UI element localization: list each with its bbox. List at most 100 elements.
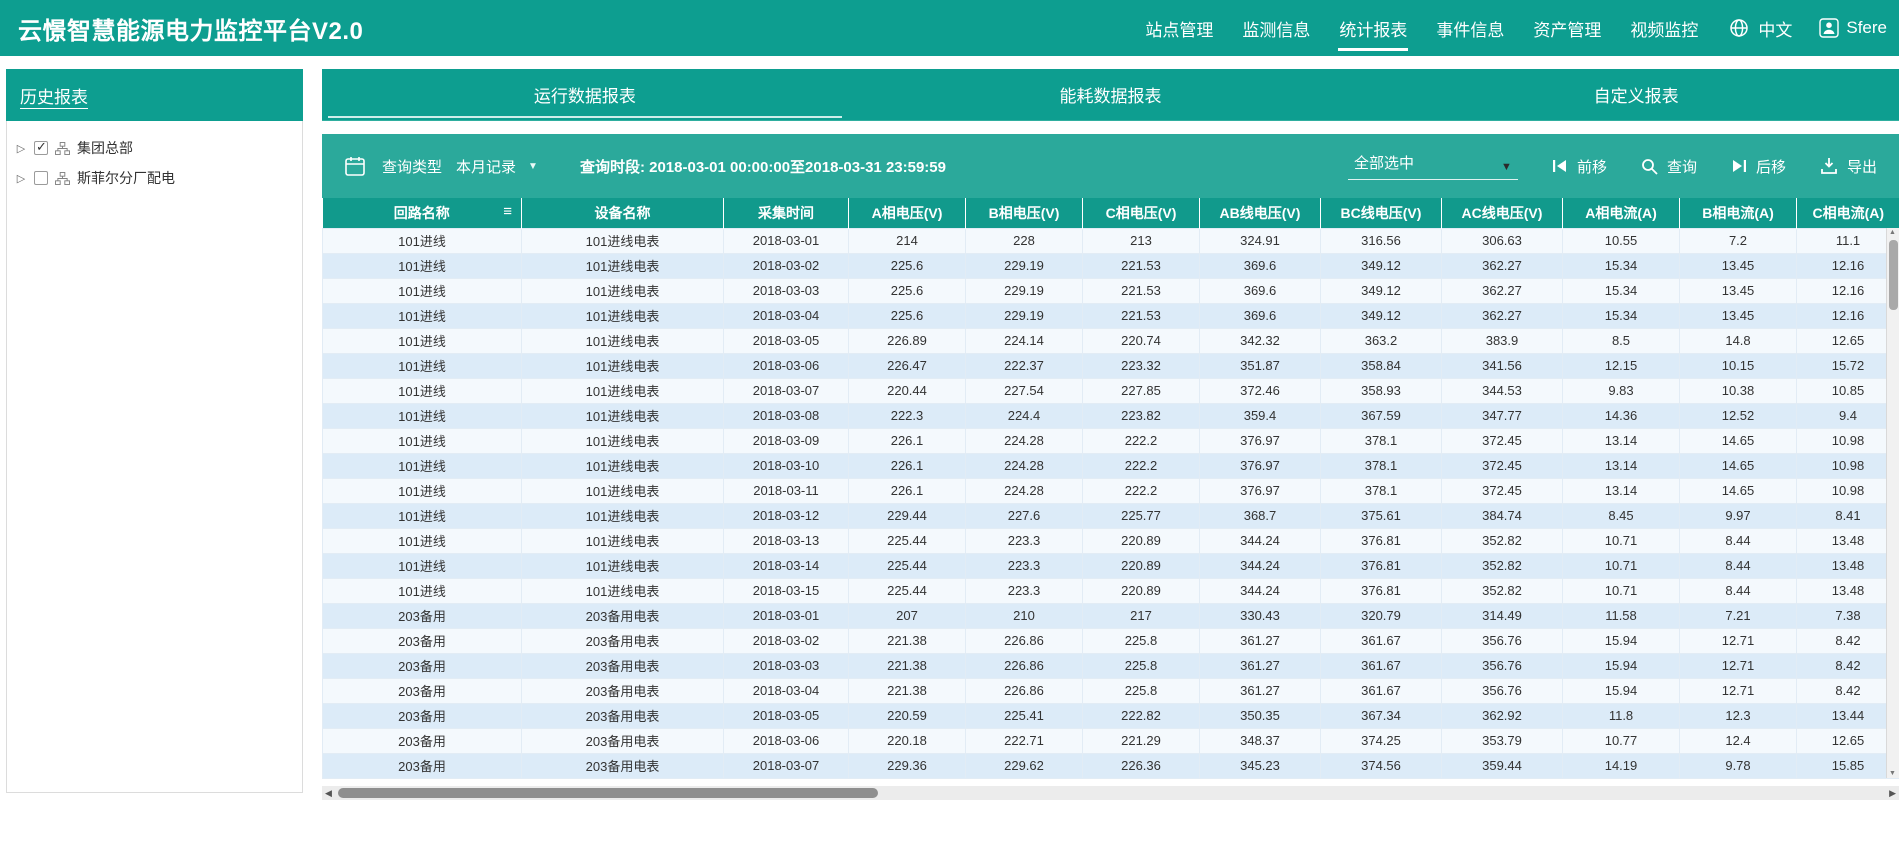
table-cell: 349.12	[1321, 278, 1442, 303]
expand-caret-icon[interactable]: ▷	[15, 142, 27, 155]
col-header-9[interactable]: AC线电压(V)	[1442, 198, 1563, 228]
prev-button[interactable]: 前移	[1552, 156, 1607, 177]
table-cell: 369.6	[1200, 253, 1321, 278]
user-menu[interactable]: Sfere	[1819, 18, 1887, 38]
table-row[interactable]: 101进线101进线电表2018-03-14225.44223.3220.893…	[323, 553, 1899, 578]
col-header-1[interactable]: 回路名称 ≡	[323, 198, 522, 228]
table-row[interactable]: 101进线101进线电表2018-03-05226.89224.14220.74…	[323, 328, 1899, 353]
col-header-3[interactable]: 采集时间	[724, 198, 849, 228]
table-row[interactable]: 101进线101进线电表2018-03-13225.44223.3220.893…	[323, 528, 1899, 553]
nav-item-1[interactable]: 站点管理	[1144, 12, 1214, 45]
table-row[interactable]: 101进线101进线电表2018-03-01214228213324.91316…	[323, 228, 1899, 253]
table-cell: 2018-03-01	[724, 603, 849, 628]
table-cell: 14.65	[1680, 428, 1797, 453]
table-cell: 2018-03-03	[724, 653, 849, 678]
tab-3[interactable]: 自定义报表	[1373, 69, 1899, 120]
table-row[interactable]: 101进线101进线电表2018-03-02225.6229.19221.533…	[323, 253, 1899, 278]
vertical-scroll-thumb[interactable]	[1889, 240, 1898, 310]
export-label: 导出	[1847, 156, 1877, 177]
table-cell: 324.91	[1200, 228, 1321, 253]
table-row[interactable]: 101进线101进线电表2018-03-03225.6229.19221.533…	[323, 278, 1899, 303]
col-header-label: C相电流(A)	[1812, 205, 1884, 221]
scroll-down-icon[interactable]: ▼	[1889, 770, 1896, 777]
search-button[interactable]: 查询	[1641, 156, 1697, 177]
table-cell: 10.98	[1797, 453, 1899, 478]
table-cell: 13.44	[1797, 703, 1899, 728]
table-cell: 101进线	[323, 553, 522, 578]
table-cell: 2018-03-04	[724, 678, 849, 703]
table-row[interactable]: 101进线101进线电表2018-03-12229.44227.6225.773…	[323, 503, 1899, 528]
nav-item-2[interactable]: 监测信息	[1241, 12, 1311, 45]
nav-item-6[interactable]: 视频监控	[1629, 12, 1699, 45]
export-button[interactable]: 导出	[1820, 156, 1877, 177]
table-cell: 341.56	[1442, 353, 1563, 378]
col-header-7[interactable]: AB线电压(V)	[1200, 198, 1321, 228]
nav-item-4[interactable]: 事件信息	[1435, 12, 1505, 45]
col-header-2[interactable]: 设备名称	[522, 198, 724, 228]
col-header-6[interactable]: C相电压(V)	[1083, 198, 1200, 228]
tree-checkbox[interactable]	[34, 171, 48, 185]
table-cell: 229.62	[966, 753, 1083, 778]
table-row[interactable]: 101进线101进线电表2018-03-08222.3224.4223.8235…	[323, 403, 1899, 428]
table-cell: 361.67	[1321, 678, 1442, 703]
table-cell: 12.16	[1797, 303, 1899, 328]
table-cell: 101进线电表	[522, 578, 724, 603]
tree-checkbox[interactable]	[34, 141, 48, 155]
col-header-label: 回路名称	[394, 205, 450, 221]
vertical-scrollbar[interactable]: ▲ ▼	[1886, 228, 1899, 778]
table-row[interactable]: 203备用203备用电表2018-03-02221.38226.86225.83…	[323, 628, 1899, 653]
tab-1[interactable]: 运行数据报表	[322, 69, 848, 120]
col-header-10[interactable]: A相电流(A)	[1563, 198, 1680, 228]
query-type-select[interactable]: 本月记录 ▼	[456, 156, 538, 177]
scroll-right-icon[interactable]: ▶	[1889, 788, 1896, 799]
col-header-4[interactable]: A相电压(V)	[849, 198, 966, 228]
col-header-11[interactable]: B相电流(A)	[1680, 198, 1797, 228]
horizontal-scroll-thumb[interactable]	[338, 788, 878, 798]
table-row[interactable]: 101进线101进线电表2018-03-09226.1224.28222.237…	[323, 428, 1899, 453]
table-cell: 2018-03-07	[724, 753, 849, 778]
select-all-dropdown[interactable]: 全部选中 ▼	[1348, 152, 1518, 180]
table-cell: 344.53	[1442, 378, 1563, 403]
table-row[interactable]: 101进线101进线电表2018-03-15225.44223.3220.893…	[323, 578, 1899, 603]
language-toggle[interactable]: 中文	[1758, 16, 1792, 41]
nav-item-5[interactable]: 资产管理	[1532, 12, 1602, 45]
tree-node-1[interactable]: ▷集团总部	[15, 133, 294, 163]
table-row[interactable]: 101进线101进线电表2018-03-10226.1224.28222.237…	[323, 453, 1899, 478]
table-cell: 223.3	[966, 578, 1083, 603]
calendar-icon[interactable]	[344, 155, 366, 177]
scroll-up-icon[interactable]: ▲	[1889, 229, 1896, 236]
nav-item-3[interactable]: 统计报表	[1338, 12, 1408, 45]
table-row[interactable]: 101进线101进线电表2018-03-04225.6229.19221.533…	[323, 303, 1899, 328]
column-menu-icon[interactable]: ≡	[503, 203, 512, 220]
scroll-left-icon[interactable]: ◀	[325, 788, 332, 799]
table-row[interactable]: 203备用203备用电表2018-03-06220.18222.71221.29…	[323, 728, 1899, 753]
table-cell: 203备用电表	[522, 653, 724, 678]
table-cell: 203备用	[323, 653, 522, 678]
table-cell: 10.71	[1563, 578, 1680, 603]
table-row[interactable]: 101进线101进线电表2018-03-07220.44227.54227.85…	[323, 378, 1899, 403]
table-cell: 359.4	[1200, 403, 1321, 428]
col-header-12[interactable]: C相电流(A)	[1797, 198, 1899, 228]
table-row[interactable]: 203备用203备用电表2018-03-07229.36229.62226.36…	[323, 753, 1899, 778]
table-row[interactable]: 203备用203备用电表2018-03-01207210217330.43320…	[323, 603, 1899, 628]
table-cell: 15.34	[1563, 253, 1680, 278]
table-row[interactable]: 101进线101进线电表2018-03-11226.1224.28222.237…	[323, 478, 1899, 503]
globe-icon[interactable]	[1729, 18, 1749, 38]
table-row[interactable]: 203备用203备用电表2018-03-05220.59225.41222.82…	[323, 703, 1899, 728]
table-cell: 374.56	[1321, 753, 1442, 778]
table-cell: 2018-03-12	[724, 503, 849, 528]
expand-caret-icon[interactable]: ▷	[15, 172, 27, 185]
table-cell: 15.34	[1563, 303, 1680, 328]
table-cell: 2018-03-11	[724, 478, 849, 503]
table-row[interactable]: 203备用203备用电表2018-03-04221.38226.86225.83…	[323, 678, 1899, 703]
table-cell: 225.8	[1083, 678, 1200, 703]
table-cell: 101进线电表	[522, 228, 724, 253]
horizontal-scrollbar[interactable]: ◀ ▶	[322, 786, 1899, 800]
table-row[interactable]: 203备用203备用电表2018-03-03221.38226.86225.83…	[323, 653, 1899, 678]
next-button[interactable]: 后移	[1731, 156, 1786, 177]
tree-node-2[interactable]: ▷斯菲尔分厂配电	[15, 163, 294, 193]
col-header-8[interactable]: BC线电压(V)	[1321, 198, 1442, 228]
col-header-5[interactable]: B相电压(V)	[966, 198, 1083, 228]
table-row[interactable]: 101进线101进线电表2018-03-06226.47222.37223.32…	[323, 353, 1899, 378]
tab-2[interactable]: 能耗数据报表	[848, 69, 1374, 120]
